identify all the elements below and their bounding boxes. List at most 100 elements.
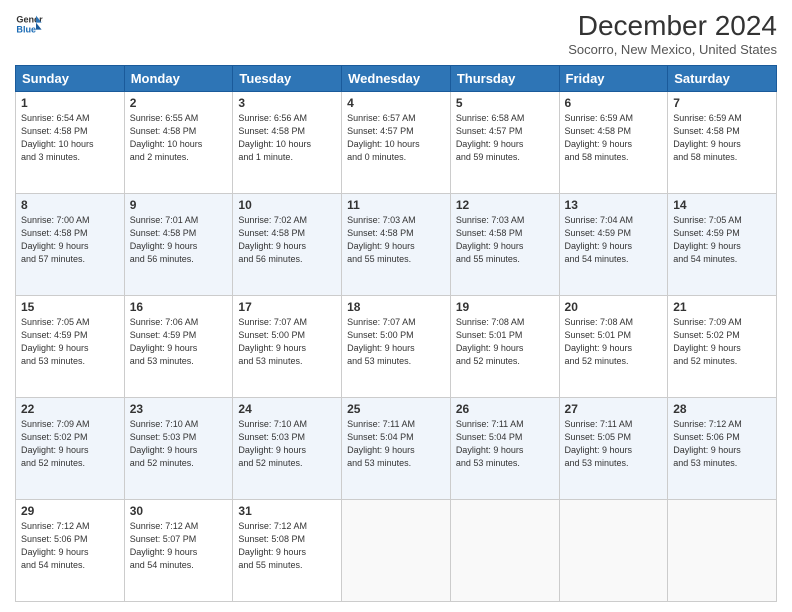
calendar-cell: 18 Sunrise: 7:07 AMSunset: 5:00 PMDayligh… xyxy=(342,296,451,398)
day-number: 6 xyxy=(565,96,663,110)
calendar-week-row: 1 Sunrise: 6:54 AMSunset: 4:58 PMDaylight… xyxy=(16,92,777,194)
day-number: 15 xyxy=(21,300,119,314)
page: General Blue December 2024 Socorro, New … xyxy=(0,0,792,612)
day-number: 30 xyxy=(130,504,228,518)
day-info: Sunrise: 6:59 AMSunset: 4:58 PMDaylight:… xyxy=(565,112,663,164)
calendar-cell: 30 Sunrise: 7:12 AMSunset: 5:07 PMDayligh… xyxy=(124,500,233,602)
day-number: 21 xyxy=(673,300,771,314)
calendar-table: SundayMondayTuesdayWednesdayThursdayFrid… xyxy=(15,65,777,602)
calendar-header-wednesday: Wednesday xyxy=(342,66,451,92)
calendar-week-row: 8 Sunrise: 7:00 AMSunset: 4:58 PMDaylight… xyxy=(16,194,777,296)
day-info: Sunrise: 6:56 AMSunset: 4:58 PMDaylight:… xyxy=(238,112,336,164)
day-number: 31 xyxy=(238,504,336,518)
main-title: December 2024 xyxy=(568,10,777,42)
day-number: 25 xyxy=(347,402,445,416)
calendar-header-row: SundayMondayTuesdayWednesdayThursdayFrid… xyxy=(16,66,777,92)
day-number: 1 xyxy=(21,96,119,110)
day-number: 5 xyxy=(456,96,554,110)
day-number: 28 xyxy=(673,402,771,416)
calendar-cell: 28Sunrise: 7:12 AMSunset: 5:06 PMDayligh… xyxy=(668,398,777,500)
calendar-cell: 7Sunrise: 6:59 AMSunset: 4:58 PMDaylight… xyxy=(668,92,777,194)
day-info: Sunrise: 7:10 AMSunset: 5:03 PMDaylight:… xyxy=(130,418,228,470)
calendar-header-tuesday: Tuesday xyxy=(233,66,342,92)
day-info: Sunrise: 6:57 AMSunset: 4:57 PMDaylight:… xyxy=(347,112,445,164)
day-info: Sunrise: 7:08 AMSunset: 5:01 PMDaylight:… xyxy=(565,316,663,368)
day-number: 19 xyxy=(456,300,554,314)
calendar-cell: 29Sunrise: 7:12 AMSunset: 5:06 PMDayligh… xyxy=(16,500,125,602)
calendar-cell: 4 Sunrise: 6:57 AMSunset: 4:57 PMDaylight… xyxy=(342,92,451,194)
day-number: 24 xyxy=(238,402,336,416)
day-number: 22 xyxy=(21,402,119,416)
day-info: Sunrise: 7:10 AMSunset: 5:03 PMDaylight:… xyxy=(238,418,336,470)
day-number: 23 xyxy=(130,402,228,416)
calendar-cell: 8 Sunrise: 7:00 AMSunset: 4:58 PMDaylight… xyxy=(16,194,125,296)
calendar-cell: 10 Sunrise: 7:02 AMSunset: 4:58 PMDayligh… xyxy=(233,194,342,296)
day-info: Sunrise: 7:11 AMSunset: 5:05 PMDaylight:… xyxy=(565,418,663,470)
calendar-week-row: 22Sunrise: 7:09 AMSunset: 5:02 PMDayligh… xyxy=(16,398,777,500)
day-number: 13 xyxy=(565,198,663,212)
calendar-cell xyxy=(668,500,777,602)
day-info: Sunrise: 7:11 AMSunset: 5:04 PMDaylight:… xyxy=(347,418,445,470)
calendar-cell: 19 Sunrise: 7:08 AMSunset: 5:01 PMDayligh… xyxy=(450,296,559,398)
day-number: 10 xyxy=(238,198,336,212)
day-info: Sunrise: 6:59 AMSunset: 4:58 PMDaylight:… xyxy=(673,112,771,164)
title-block: December 2024 Socorro, New Mexico, Unite… xyxy=(568,10,777,57)
calendar-cell xyxy=(450,500,559,602)
calendar-cell: 3 Sunrise: 6:56 AMSunset: 4:58 PMDaylight… xyxy=(233,92,342,194)
day-info: Sunrise: 6:54 AMSunset: 4:58 PMDaylight:… xyxy=(21,112,119,164)
calendar-week-row: 29Sunrise: 7:12 AMSunset: 5:06 PMDayligh… xyxy=(16,500,777,602)
header: General Blue December 2024 Socorro, New … xyxy=(15,10,777,57)
day-number: 20 xyxy=(565,300,663,314)
calendar-week-row: 15 Sunrise: 7:05 AMSunset: 4:59 PMDayligh… xyxy=(16,296,777,398)
calendar-cell: 15 Sunrise: 7:05 AMSunset: 4:59 PMDayligh… xyxy=(16,296,125,398)
calendar-cell: 16Sunrise: 7:06 AMSunset: 4:59 PMDayligh… xyxy=(124,296,233,398)
day-info: Sunrise: 7:12 AMSunset: 5:08 PMDaylight:… xyxy=(238,520,336,572)
calendar-cell: 6 Sunrise: 6:59 AMSunset: 4:58 PMDaylight… xyxy=(559,92,668,194)
svg-text:Blue: Blue xyxy=(16,24,36,34)
day-info: Sunrise: 7:02 AMSunset: 4:58 PMDaylight:… xyxy=(238,214,336,266)
calendar-header-thursday: Thursday xyxy=(450,66,559,92)
calendar-cell: 5Sunrise: 6:58 AMSunset: 4:57 PMDaylight… xyxy=(450,92,559,194)
day-number: 9 xyxy=(130,198,228,212)
day-info: Sunrise: 7:00 AMSunset: 4:58 PMDaylight:… xyxy=(21,214,119,266)
calendar-cell: 17 Sunrise: 7:07 AMSunset: 5:00 PMDayligh… xyxy=(233,296,342,398)
calendar-cell: 13Sunrise: 7:04 AMSunset: 4:59 PMDayligh… xyxy=(559,194,668,296)
day-info: Sunrise: 7:07 AMSunset: 5:00 PMDaylight:… xyxy=(238,316,336,368)
calendar-cell: 24 Sunrise: 7:10 AMSunset: 5:03 PMDayligh… xyxy=(233,398,342,500)
day-info: Sunrise: 7:08 AMSunset: 5:01 PMDaylight:… xyxy=(456,316,554,368)
calendar-cell: 2 Sunrise: 6:55 AMSunset: 4:58 PMDaylight… xyxy=(124,92,233,194)
day-number: 2 xyxy=(130,96,228,110)
day-info: Sunrise: 6:55 AMSunset: 4:58 PMDaylight:… xyxy=(130,112,228,164)
day-info: Sunrise: 7:06 AMSunset: 4:59 PMDaylight:… xyxy=(130,316,228,368)
day-number: 12 xyxy=(456,198,554,212)
day-info: Sunrise: 7:01 AMSunset: 4:58 PMDaylight:… xyxy=(130,214,228,266)
calendar-cell: 21Sunrise: 7:09 AMSunset: 5:02 PMDayligh… xyxy=(668,296,777,398)
day-number: 3 xyxy=(238,96,336,110)
calendar-cell: 12 Sunrise: 7:03 AMSunset: 4:58 PMDayligh… xyxy=(450,194,559,296)
day-number: 4 xyxy=(347,96,445,110)
day-number: 8 xyxy=(21,198,119,212)
day-number: 17 xyxy=(238,300,336,314)
calendar-cell: 23 Sunrise: 7:10 AMSunset: 5:03 PMDayligh… xyxy=(124,398,233,500)
calendar-header-saturday: Saturday xyxy=(668,66,777,92)
calendar-cell: 20 Sunrise: 7:08 AMSunset: 5:01 PMDayligh… xyxy=(559,296,668,398)
day-info: Sunrise: 7:05 AMSunset: 4:59 PMDaylight:… xyxy=(21,316,119,368)
calendar-cell xyxy=(342,500,451,602)
day-number: 18 xyxy=(347,300,445,314)
logo-icon: General Blue xyxy=(15,10,43,38)
calendar-cell: 27Sunrise: 7:11 AMSunset: 5:05 PMDayligh… xyxy=(559,398,668,500)
day-info: Sunrise: 7:03 AMSunset: 4:58 PMDaylight:… xyxy=(456,214,554,266)
day-number: 14 xyxy=(673,198,771,212)
calendar-cell: 25 Sunrise: 7:11 AMSunset: 5:04 PMDayligh… xyxy=(342,398,451,500)
calendar-cell xyxy=(559,500,668,602)
subtitle: Socorro, New Mexico, United States xyxy=(568,42,777,57)
calendar-header-friday: Friday xyxy=(559,66,668,92)
day-info: Sunrise: 7:12 AMSunset: 5:06 PMDaylight:… xyxy=(21,520,119,572)
day-info: Sunrise: 7:03 AMSunset: 4:58 PMDaylight:… xyxy=(347,214,445,266)
logo: General Blue xyxy=(15,10,43,38)
day-info: Sunrise: 7:05 AMSunset: 4:59 PMDaylight:… xyxy=(673,214,771,266)
day-info: Sunrise: 7:12 AMSunset: 5:07 PMDaylight:… xyxy=(130,520,228,572)
day-number: 26 xyxy=(456,402,554,416)
day-info: Sunrise: 7:07 AMSunset: 5:00 PMDaylight:… xyxy=(347,316,445,368)
calendar-cell: 14 Sunrise: 7:05 AMSunset: 4:59 PMDayligh… xyxy=(668,194,777,296)
